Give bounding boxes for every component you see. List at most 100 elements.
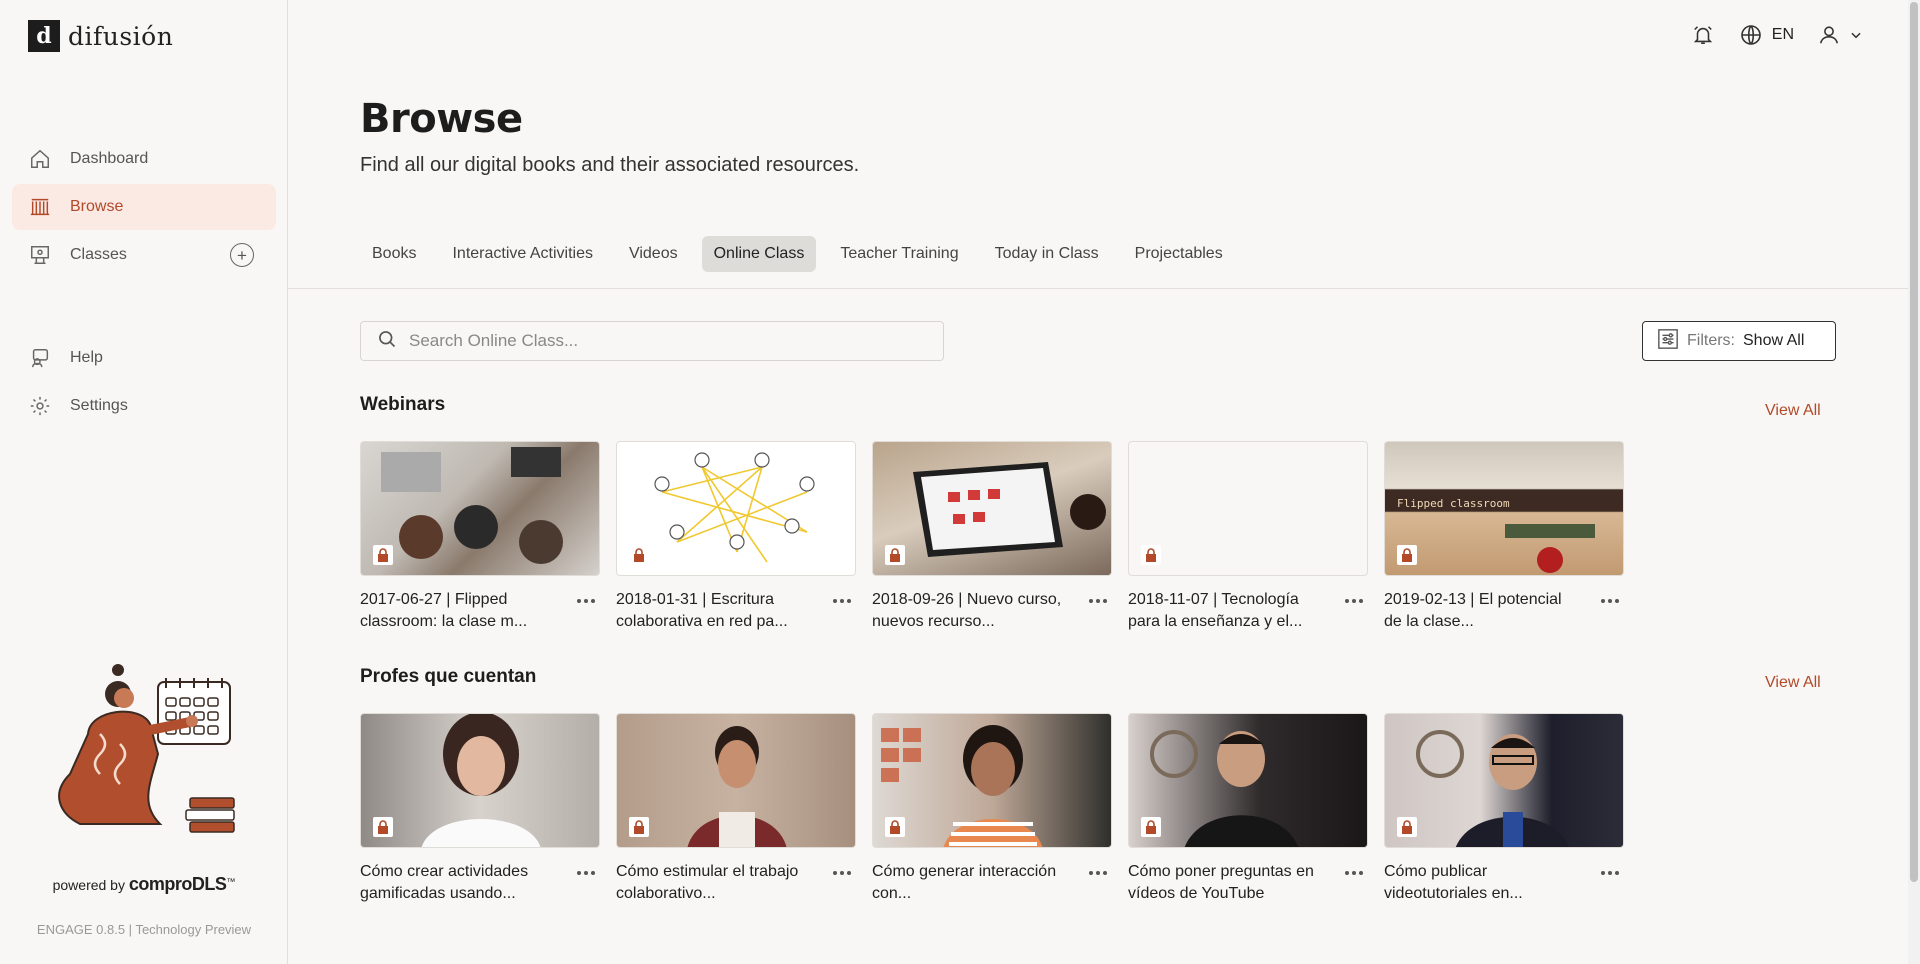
- page-title: Browse: [360, 96, 523, 142]
- thumbnail-art: [654, 452, 815, 563]
- card-title[interactable]: 2018-11-07 | Tecnología para la enseñanz…: [1128, 589, 1324, 633]
- resource-card[interactable]: 2017-06-27 | Flipped classroom: la clase…: [360, 441, 600, 633]
- card-thumbnail[interactable]: [616, 713, 856, 848]
- tab-books[interactable]: Books: [360, 236, 428, 272]
- more-options-button[interactable]: [572, 863, 600, 883]
- sidebar-item-help[interactable]: Help: [12, 335, 276, 381]
- card-title[interactable]: Cómo generar interacción con...: [872, 861, 1068, 905]
- scrollbar-thumb[interactable]: [1910, 2, 1918, 882]
- more-options-button[interactable]: [1596, 591, 1624, 611]
- card-title[interactable]: 2019-02-13 | El potencial de la clase...: [1384, 589, 1580, 633]
- sidebar-item-dashboard[interactable]: Dashboard: [12, 136, 276, 182]
- more-dot: [1601, 599, 1605, 603]
- card-thumbnail[interactable]: [1128, 713, 1368, 848]
- search-input[interactable]: [409, 331, 909, 351]
- primary-nav: Dashboard Browse Classes +: [12, 136, 276, 280]
- more-dot: [1345, 871, 1349, 875]
- tab-projectables[interactable]: Projectables: [1123, 236, 1235, 272]
- card-title[interactable]: Cómo crear actividades gamificadas usand…: [360, 861, 556, 905]
- card-title[interactable]: Cómo publicar videotutoriales en...: [1384, 861, 1580, 905]
- more-options-button[interactable]: [1084, 863, 1112, 883]
- more-dot: [1608, 871, 1612, 875]
- more-dot: [1103, 599, 1107, 603]
- resource-card[interactable]: 2018-09-26 | Nuevo curso, nuevos recurso…: [872, 441, 1112, 633]
- card-title[interactable]: 2018-01-31 | Escritura colaborativa en r…: [616, 589, 812, 633]
- card-thumbnail[interactable]: [360, 441, 600, 576]
- classroom-icon: [28, 243, 52, 267]
- sidebar-item-label: Classes: [70, 246, 127, 263]
- filters-button[interactable]: Filters: Show All: [1642, 321, 1836, 361]
- more-options-button[interactable]: [1596, 863, 1624, 883]
- more-dot: [847, 599, 851, 603]
- sidebar-item-label: Browse: [70, 198, 124, 215]
- tab-interactive-activities[interactable]: Interactive Activities: [440, 236, 605, 272]
- more-dot: [1089, 599, 1093, 603]
- language-selector[interactable]: EN: [1738, 22, 1794, 48]
- card-title[interactable]: Cómo estimular el trabajo colaborativo..…: [616, 861, 812, 905]
- alarm-icon[interactable]: [1690, 22, 1716, 48]
- thumbnail-art: [381, 447, 563, 564]
- sidebar-item-settings[interactable]: Settings: [12, 383, 276, 429]
- tab-today-in-class[interactable]: Today in Class: [983, 236, 1111, 272]
- card-thumbnail[interactable]: [1128, 441, 1368, 576]
- more-options-button[interactable]: [1084, 591, 1112, 611]
- resource-card[interactable]: Cómo poner preguntas en vídeos de YouTub…: [1128, 713, 1368, 905]
- more-options-button[interactable]: [1340, 863, 1368, 883]
- tab-online-class[interactable]: Online Class: [701, 236, 817, 272]
- brand-logo[interactable]: d difusión: [28, 20, 173, 52]
- more-dot: [584, 871, 588, 875]
- more-options-button[interactable]: [828, 591, 856, 611]
- resource-card[interactable]: Cómo estimular el trabajo colaborativo..…: [616, 713, 856, 905]
- card-thumbnail[interactable]: [872, 441, 1112, 576]
- page-subtitle: Find all our digital books and their ass…: [360, 154, 860, 176]
- card-title[interactable]: Cómo poner preguntas en vídeos de YouTub…: [1128, 861, 1324, 905]
- tab-teacher-training[interactable]: Teacher Training: [828, 236, 970, 272]
- card-title[interactable]: 2017-06-27 | Flipped classroom: la clase…: [360, 589, 556, 633]
- resource-card[interactable]: Cómo generar interacción con...: [872, 713, 1112, 905]
- search-box: [360, 321, 944, 361]
- topbar: EN: [1690, 22, 1864, 48]
- resource-card[interactable]: Cómo publicar videotutoriales en...: [1384, 713, 1624, 905]
- resource-card[interactable]: 2018-01-31 | Escritura colaborativa en r…: [616, 441, 856, 633]
- filters-label: Filters:: [1687, 332, 1735, 349]
- thumbnail-art: [687, 726, 787, 847]
- filters-value: Show All: [1743, 332, 1805, 349]
- powered-by-label: powered by: [52, 877, 125, 893]
- thumbnail-art: [913, 462, 1106, 557]
- sidebar-item-classes[interactable]: Classes +: [12, 232, 276, 278]
- more-dot: [1615, 599, 1619, 603]
- card-thumbnail[interactable]: Flipped classroom: [1384, 441, 1624, 576]
- globe-icon: [1738, 22, 1764, 48]
- resource-card[interactable]: Cómo crear actividades gamificadas usand…: [360, 713, 600, 905]
- tab-videos[interactable]: Videos: [617, 236, 690, 272]
- filter-sliders-icon: [1657, 328, 1679, 355]
- more-dot: [847, 871, 851, 875]
- powered-by: powered by comproDLS™: [0, 874, 288, 895]
- resource-card[interactable]: Flipped classroom 2019-02-13 | El potenc…: [1384, 441, 1624, 633]
- thumbnail-art: [881, 725, 1043, 847]
- sidebar-item-browse[interactable]: Browse: [12, 184, 276, 230]
- version-text: ENGAGE 0.8.5 | Technology Preview: [36, 922, 252, 937]
- lock-icon: [1397, 545, 1417, 565]
- card-thumbnail[interactable]: [872, 713, 1112, 848]
- card-thumbnail[interactable]: [360, 713, 600, 848]
- add-class-button[interactable]: +: [230, 243, 254, 267]
- more-dot: [1096, 871, 1100, 875]
- more-options-button[interactable]: [828, 863, 856, 883]
- sidebar-item-label: Help: [70, 349, 103, 366]
- view-all-profes-link[interactable]: View All: [1765, 674, 1821, 692]
- more-dot: [1345, 599, 1349, 603]
- view-all-webinars-link[interactable]: View All: [1765, 402, 1821, 420]
- more-options-button[interactable]: [572, 591, 600, 611]
- sidebar-item-label: Settings: [70, 397, 128, 414]
- page-scrollbar[interactable]: [1908, 0, 1920, 964]
- teacher-illustration: [58, 664, 235, 833]
- resource-card[interactable]: 2018-11-07 | Tecnología para la enseñanz…: [1128, 441, 1368, 633]
- card-thumbnail[interactable]: [1384, 713, 1624, 848]
- more-options-button[interactable]: [1340, 591, 1368, 611]
- sidebar-item-label: Dashboard: [70, 150, 149, 167]
- user-menu[interactable]: [1816, 22, 1864, 48]
- card-title[interactable]: 2018-09-26 | Nuevo curso, nuevos recurso…: [872, 589, 1068, 633]
- more-dot: [1608, 599, 1612, 603]
- card-thumbnail[interactable]: [616, 441, 856, 576]
